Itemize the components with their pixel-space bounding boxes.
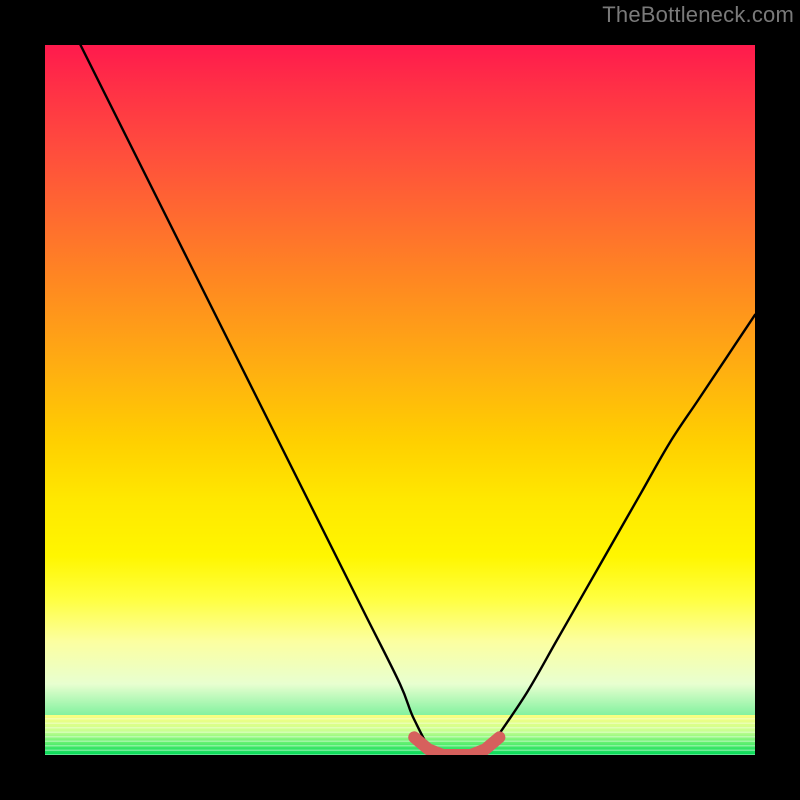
plot-area <box>45 45 755 755</box>
curve-layer <box>45 45 755 755</box>
optimal-range-marker <box>414 737 499 755</box>
bottleneck-curve <box>81 45 756 755</box>
chart-frame: TheBottleneck.com <box>0 0 800 800</box>
watermark-text: TheBottleneck.com <box>602 2 794 28</box>
